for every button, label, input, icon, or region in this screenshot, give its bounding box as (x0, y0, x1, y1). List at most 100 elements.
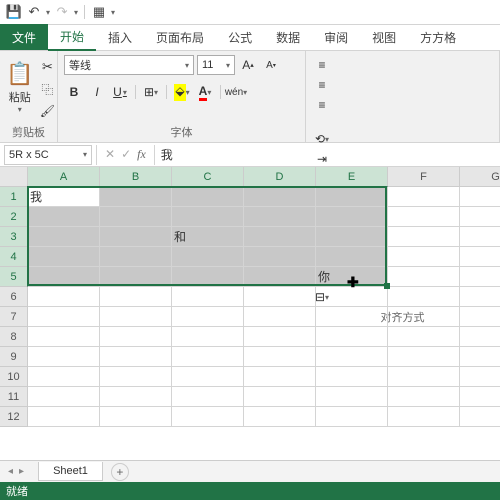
column-header[interactable]: G (460, 167, 500, 187)
fx-icon[interactable]: fx (137, 147, 146, 162)
cell[interactable] (172, 267, 244, 287)
select-all-corner[interactable] (0, 167, 28, 187)
cell[interactable] (244, 207, 316, 227)
row-header[interactable]: 6 (0, 287, 28, 307)
cell[interactable] (28, 287, 100, 307)
cell[interactable] (244, 287, 316, 307)
font-size-combo[interactable]: 11▾ (197, 55, 235, 75)
phonetic-button[interactable]: wén▾ (226, 82, 246, 102)
align-bottom-icon[interactable]: ≡ (312, 95, 332, 115)
row-header[interactable]: 11 (0, 387, 28, 407)
align-top-icon[interactable]: ≡ (312, 55, 332, 75)
format-painter-icon[interactable]: 🖌 (37, 101, 57, 121)
cell[interactable] (244, 407, 316, 427)
row-header[interactable]: 10 (0, 367, 28, 387)
redo-icon[interactable]: ↷ (54, 4, 70, 20)
cell[interactable] (172, 407, 244, 427)
cell[interactable]: 你 (316, 267, 388, 287)
cell[interactable] (172, 287, 244, 307)
name-box[interactable]: 5R x 5C ▾ (4, 145, 92, 165)
cell[interactable] (100, 347, 172, 367)
tab-home[interactable]: 开始 (48, 23, 96, 51)
cell[interactable] (316, 247, 388, 267)
cell[interactable] (172, 187, 244, 207)
cut-icon[interactable]: ✂ (37, 57, 57, 77)
cell[interactable] (388, 307, 460, 327)
cell[interactable] (388, 207, 460, 227)
cell[interactable] (316, 387, 388, 407)
cell[interactable] (28, 207, 100, 227)
row-header[interactable]: 1 (0, 187, 28, 207)
tab-review[interactable]: 审阅 (312, 24, 360, 50)
add-sheet-button[interactable]: + (111, 463, 129, 481)
cell[interactable] (28, 367, 100, 387)
column-header[interactable]: B (100, 167, 172, 187)
row-header[interactable]: 9 (0, 347, 28, 367)
cell[interactable] (28, 267, 100, 287)
cell[interactable] (172, 327, 244, 347)
italic-button[interactable]: I (87, 82, 107, 102)
tab-view[interactable]: 视图 (360, 24, 408, 50)
cell[interactable] (244, 327, 316, 347)
formula-input[interactable]: 我 (154, 145, 500, 165)
cell[interactable] (460, 347, 500, 367)
cell[interactable] (172, 307, 244, 327)
cell[interactable] (460, 387, 500, 407)
cell[interactable] (244, 187, 316, 207)
row-header[interactable]: 5 (0, 267, 28, 287)
cell[interactable] (244, 347, 316, 367)
cell[interactable] (388, 347, 460, 367)
copy-icon[interactable]: ⿻ (37, 79, 57, 99)
tab-extra[interactable]: 方方格 (408, 24, 468, 50)
row-header[interactable]: 2 (0, 207, 28, 227)
cell[interactable] (100, 227, 172, 247)
cell[interactable] (28, 347, 100, 367)
qat-customize-icon[interactable]: ▦ (91, 4, 107, 20)
cell[interactable] (460, 287, 500, 307)
row-header[interactable]: 7 (0, 307, 28, 327)
row-header[interactable]: 12 (0, 407, 28, 427)
cell[interactable] (28, 227, 100, 247)
cell[interactable] (316, 347, 388, 367)
cell[interactable] (388, 407, 460, 427)
save-icon[interactable]: 💾 (6, 4, 22, 20)
cell[interactable] (244, 267, 316, 287)
cell[interactable] (172, 207, 244, 227)
cell[interactable] (316, 327, 388, 347)
undo-icon[interactable]: ↶ (26, 4, 42, 20)
cell[interactable] (172, 347, 244, 367)
cell[interactable] (28, 327, 100, 347)
column-header[interactable]: A (28, 167, 100, 187)
column-header[interactable]: E (316, 167, 388, 187)
cell[interactable]: 和 (172, 227, 244, 247)
cell[interactable] (460, 327, 500, 347)
borders-button[interactable]: ⊞▾ (141, 82, 161, 102)
underline-button[interactable]: U▾ (110, 82, 130, 102)
cell[interactable] (100, 207, 172, 227)
cell[interactable] (28, 407, 100, 427)
cell[interactable] (388, 327, 460, 347)
cell[interactable] (316, 307, 388, 327)
cell[interactable] (316, 207, 388, 227)
cell[interactable] (388, 247, 460, 267)
sheet-nav-prev-icon[interactable]: ◂ (8, 466, 13, 477)
row-header[interactable]: 8 (0, 327, 28, 347)
cell[interactable] (316, 227, 388, 247)
cell[interactable] (172, 387, 244, 407)
cell[interactable] (316, 187, 388, 207)
cell[interactable] (100, 367, 172, 387)
cell[interactable] (388, 287, 460, 307)
cell[interactable] (100, 287, 172, 307)
fill-color-button[interactable]: ⬙▾ (172, 82, 192, 102)
cell[interactable] (388, 227, 460, 247)
cell[interactable] (244, 387, 316, 407)
cell[interactable] (244, 367, 316, 387)
paste-button[interactable]: 📋 粘贴 ▾ (6, 55, 33, 119)
cell[interactable] (172, 367, 244, 387)
cell[interactable] (388, 387, 460, 407)
column-header[interactable]: F (388, 167, 460, 187)
cell[interactable] (388, 267, 460, 287)
font-color-button[interactable]: A▾ (195, 82, 215, 102)
cell[interactable] (460, 227, 500, 247)
tab-insert[interactable]: 插入 (96, 24, 144, 50)
